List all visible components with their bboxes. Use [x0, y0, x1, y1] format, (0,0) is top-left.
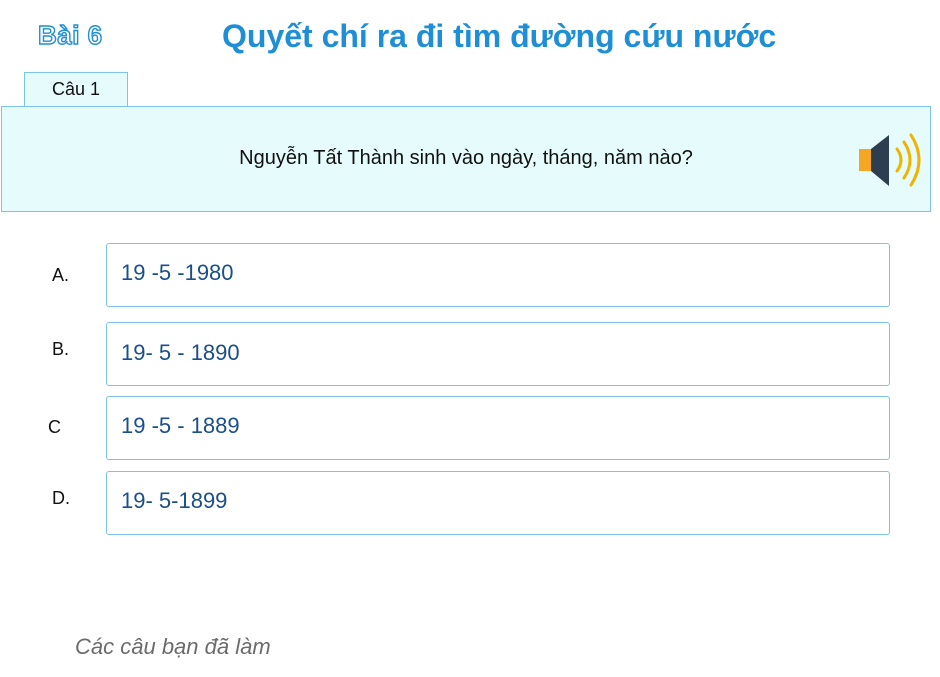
question-tab: Câu 1	[24, 72, 128, 106]
answer-option-d[interactable]: 19- 5-1899	[106, 471, 890, 535]
answer-text-c: 19 -5 - 1889	[121, 413, 240, 438]
answer-text-b: 19- 5 - 1890	[121, 340, 240, 365]
completed-questions-label: Các câu bạn đã làm	[75, 634, 271, 659]
answer-text-d: 19- 5-1899	[121, 488, 228, 513]
answer-row-c: C 19 -5 - 1889	[0, 396, 940, 460]
sound-wave-outer	[909, 133, 921, 187]
answer-text-a: 19 -5 -1980	[121, 260, 234, 285]
answer-option-c[interactable]: 19 -5 - 1889	[106, 396, 890, 460]
answer-letter-d: D.	[52, 488, 70, 508]
answer-letter-c: C	[48, 417, 61, 437]
answer-row-a: A. 19 -5 -1980	[0, 243, 940, 307]
question-text: Nguyễn Tất Thành sinh vào ngày, tháng, n…	[239, 147, 693, 169]
lesson-label: Bài 6	[37, 19, 103, 50]
answer-option-b[interactable]: 19- 5 - 1890	[106, 322, 890, 386]
answer-row-d: D. 19- 5-1899	[0, 471, 940, 535]
speaker-cone	[871, 135, 889, 186]
sound-wave-middle	[902, 140, 912, 180]
answer-row-b: B. 19- 5 - 1890	[0, 322, 940, 386]
sound-wave-inner	[895, 147, 903, 173]
answer-letter-a: A.	[52, 265, 70, 285]
answer-option-a[interactable]: 19 -5 -1980	[106, 243, 890, 307]
speaker-body	[859, 149, 871, 171]
answer-letter-b: B.	[52, 339, 70, 359]
quiz-page: Bài 6 Quyết chí ra đi tìm đường cứu nước…	[0, 0, 940, 677]
question-panel: Nguyễn Tất Thành sinh vào ngày, tháng, n…	[1, 106, 931, 212]
page-title: Quyết chí ra đi tìm đường cứu nước	[222, 18, 777, 54]
speaker-icon[interactable]	[856, 131, 926, 191]
